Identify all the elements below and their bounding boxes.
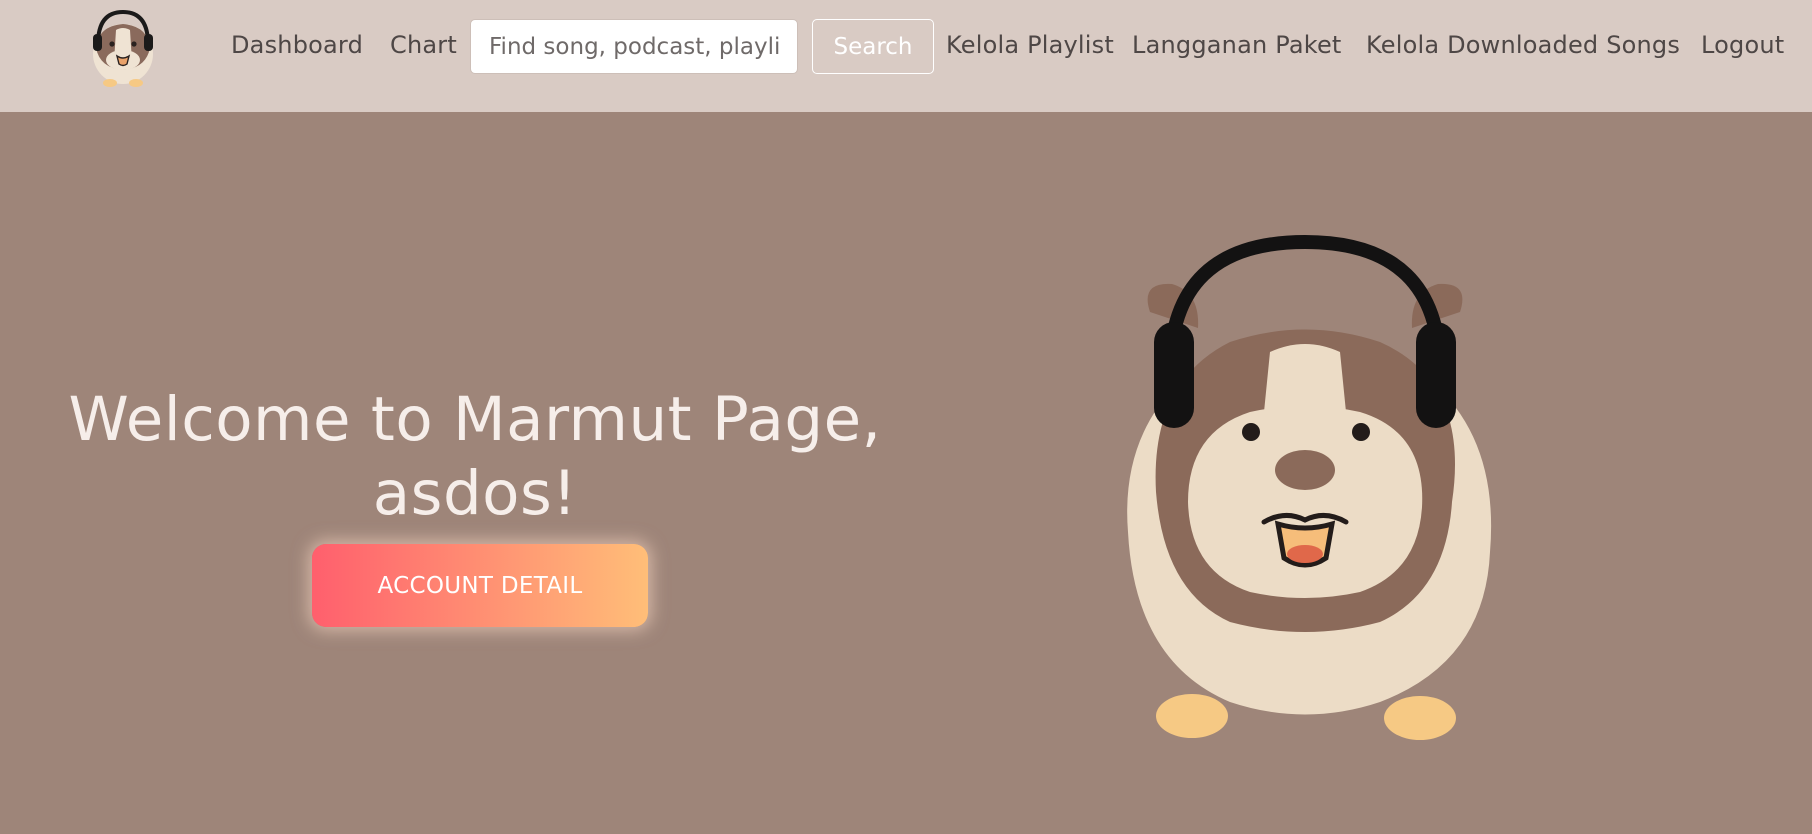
nav-link-langganan-paket[interactable]: Langganan Paket [1132,31,1342,59]
account-detail-button[interactable]: ACCOUNT DETAIL [312,544,648,627]
welcome-title: Welcome to Marmut Page, asdos! [68,384,882,529]
nav-link-kelola-downloaded-songs[interactable]: Kelola Downloaded Songs [1366,31,1680,59]
nav-link-dashboard[interactable]: Dashboard [231,31,363,59]
logo-icon[interactable] [86,4,160,88]
navbar: Dashboard Chart Search Kelola Playlist L… [0,0,1812,112]
guinea-pig-illustration [1127,234,1492,740]
nav-link-logout[interactable]: Logout [1701,31,1784,59]
nav-link-kelola-playlist[interactable]: Kelola Playlist [946,31,1114,59]
search-input[interactable] [470,19,798,74]
nav-link-chart[interactable]: Chart [390,31,457,59]
search-button[interactable]: Search [812,19,934,74]
